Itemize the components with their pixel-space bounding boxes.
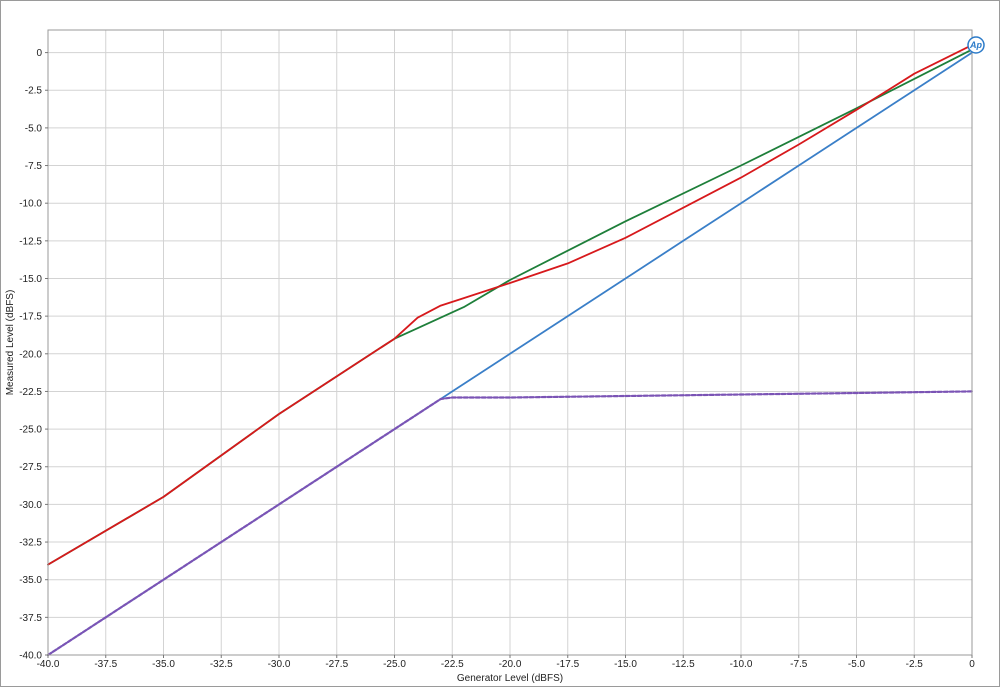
x-tick-label: -12.5 — [672, 659, 695, 670]
y-tick-label: -15.0 — [19, 274, 42, 285]
y-tick-label: -27.5 — [19, 462, 42, 473]
y-tick-label: -10.0 — [19, 199, 42, 210]
x-tick-label: -35.0 — [152, 659, 175, 670]
y-tick-label: -20.0 — [19, 349, 42, 360]
chart-container: -40.0 -37.5 -35.0 -32.5 -30.0 -27.5 -25.0 -22.5… — [0, 0, 1000, 687]
ap-logo-text: Ap — [969, 40, 982, 50]
x-tick-label: -20.0 — [499, 659, 522, 670]
x-axis-label: Generator Level (dBFS) — [457, 673, 563, 684]
y-tick-label: -22.5 — [19, 387, 42, 398]
y-tick-label: -37.5 — [19, 613, 42, 624]
x-tick-label: -15.0 — [614, 659, 637, 670]
y-tick-label: -17.5 — [19, 312, 42, 323]
y-axis-ticks: 0 -2.5 -5.0 -7.5 -10.0 -12.5 -15.0 -17.5 -20.0 -2… — [19, 48, 48, 662]
y-tick-label: 0 — [36, 48, 42, 59]
x-tick-label: -2.5 — [906, 659, 924, 670]
x-tick-label: -7.5 — [790, 659, 808, 670]
y-tick-label: -12.5 — [19, 236, 42, 247]
y-tick-label: -25.0 — [19, 425, 42, 436]
y-axis-label: Measured Level (dBFS) — [5, 290, 16, 396]
y-tick-label: -40.0 — [19, 651, 42, 662]
ap-logo-icon: Ap — [967, 36, 985, 54]
y-tick-label: -2.5 — [25, 86, 43, 97]
x-tick-label: -10.0 — [730, 659, 753, 670]
x-tick-label: -30.0 — [268, 659, 291, 670]
y-tick-label: -30.0 — [19, 500, 42, 511]
y-tick-label: -5.0 — [25, 123, 43, 134]
y-tick-label: -32.5 — [19, 538, 42, 549]
x-tick-label: -25.0 — [383, 659, 406, 670]
x-axis-ticks: -40.0 -37.5 -35.0 -32.5 -30.0 -27.5 -25.0 -22.5… — [37, 655, 975, 670]
y-tick-label: -35.0 — [19, 575, 42, 586]
line-chart: -40.0 -37.5 -35.0 -32.5 -30.0 -27.5 -25.0 -22.5… — [5, 29, 985, 684]
x-tick-label: -5.0 — [848, 659, 866, 670]
x-tick-label: -22.5 — [441, 659, 464, 670]
y-tick-label: -7.5 — [25, 161, 43, 172]
x-tick-label: 0 — [969, 659, 975, 670]
x-tick-label: -32.5 — [210, 659, 233, 670]
x-tick-label: -37.5 — [94, 659, 117, 670]
x-tick-label: -27.5 — [325, 659, 348, 670]
x-tick-label: -17.5 — [556, 659, 579, 670]
